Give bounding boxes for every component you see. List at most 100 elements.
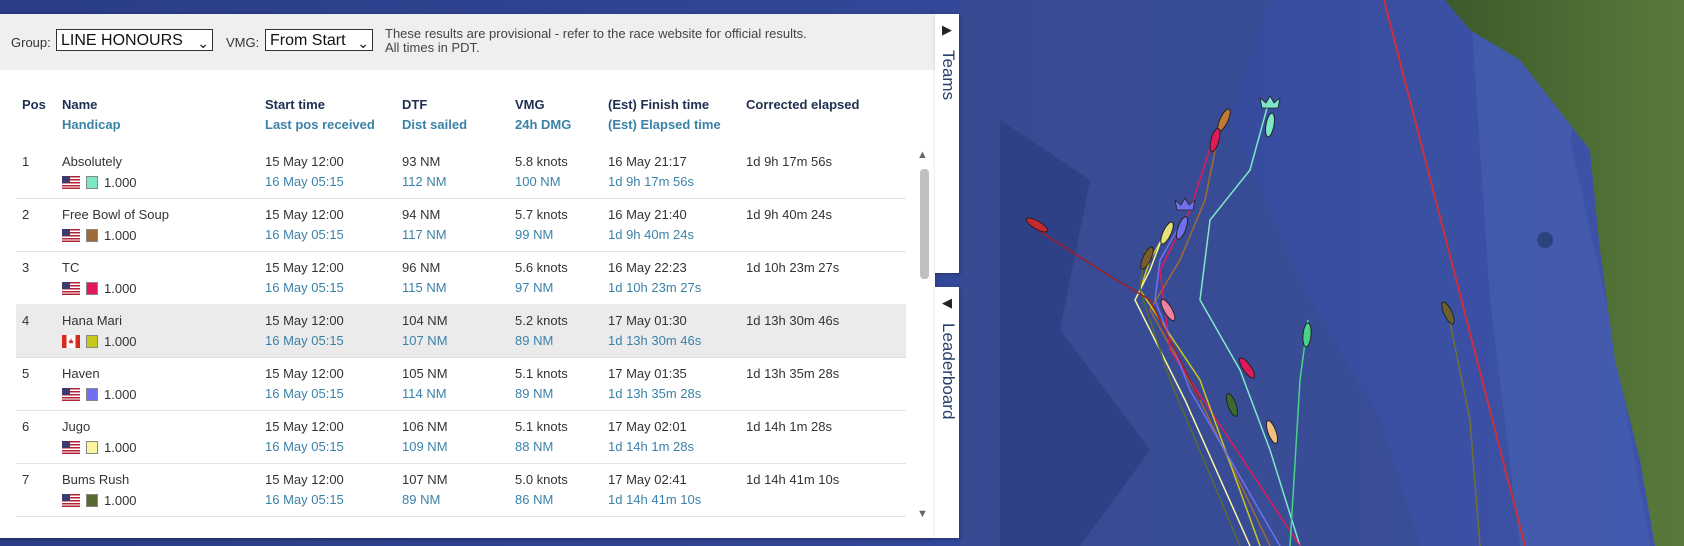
row-start-time: 15 May 12:00	[265, 207, 344, 222]
row-vmg: 5.1 knots	[515, 419, 568, 434]
row-finish-time: 17 May 01:30	[608, 313, 687, 328]
row-dist-sailed: 117 NM	[402, 227, 447, 242]
col-vmg[interactable]: VMG	[515, 97, 545, 112]
scroll-down-icon[interactable]: ▼	[917, 508, 929, 520]
row-dist-sailed: 115 NM	[402, 280, 447, 295]
row-dtf: 96 NM	[402, 260, 441, 275]
vmg-select[interactable]: From Start ⌄	[265, 29, 373, 51]
tab-teams-label: Teams	[939, 50, 958, 101]
table-row[interactable]: 6 Jugo 15 May 12:00 16 May 05:15 106 NM 109 N…	[16, 410, 906, 464]
table-row[interactable]: 7 Bums Rush 15 May 12:00 16 May 05:15 107 NM…	[16, 463, 906, 517]
row-24h-dmg: 86 NM	[515, 492, 554, 507]
row-name: Jugo	[62, 419, 91, 434]
results-table: 1 Absolutely 15 May 12:00 16 May 05:15 93 NM…	[0, 145, 935, 535]
row-vmg: 5.6 knots	[515, 260, 568, 275]
chevron-down-icon: ⌄	[197, 35, 209, 51]
row-last-pos: 16 May 05:15	[265, 174, 344, 189]
table-row[interactable]: 4 Hana Mari 15 May 12:00 16 May 05:15 104 NM…	[16, 304, 906, 358]
row-dist-sailed: 112 NM	[402, 174, 447, 189]
table-row[interactable]: 3 TC 15 May 12:00 16 May 05:15 96 NM 115 NM 5.…	[16, 251, 906, 305]
row-pos: 4	[22, 313, 30, 328]
col-elapsed-time[interactable]: (Est) Elapsed time	[608, 117, 721, 132]
row-last-pos: 16 May 05:15	[265, 227, 344, 242]
scrollbar-thumb[interactable]	[920, 169, 929, 279]
row-vmg: 5.0 knots	[515, 472, 568, 487]
row-elapsed-time: 1d 10h 23m 27s	[608, 280, 702, 295]
row-dtf: 94 NM	[402, 207, 441, 222]
row-dist-sailed: 107 NM	[402, 333, 448, 348]
row-dtf: 106 NM	[402, 419, 448, 434]
row-finish-time: 16 May 22:23	[608, 260, 687, 275]
play-left-icon: ◀	[942, 295, 952, 310]
table-row[interactable]: 2 Free Bowl of Soup 15 May 12:00 16 May 05:…	[16, 198, 906, 252]
row-dtf: 104 NM	[402, 313, 448, 328]
filter-bar: Group: LINE HONOURS ⌄ VMG: From Start ⌄ …	[0, 14, 935, 70]
row-last-pos: 16 May 05:15	[265, 439, 344, 454]
row-dist-sailed: 109 NM	[402, 439, 448, 454]
row-name: Absolutely	[62, 154, 122, 169]
row-dtf: 107 NM	[402, 472, 448, 487]
row-corrected-elapsed: 1d 9h 40m 24s	[746, 207, 833, 222]
scroll-up-icon[interactable]: ▲	[917, 149, 929, 161]
col-corrected-elapsed[interactable]: Corrected elapsed	[746, 97, 859, 112]
table-row[interactable]: 5 Haven 15 May 12:00 16 May 05:15 105 NM 114 …	[16, 357, 906, 411]
row-pos: 5	[22, 366, 30, 381]
row-24h-dmg: 100 NM	[515, 174, 561, 189]
row-handicap: 1.000	[104, 334, 137, 349]
group-select[interactable]: LINE HONOURS ⌄	[56, 29, 213, 51]
boat-color-swatch	[86, 229, 98, 242]
row-dtf: 93 NM	[402, 154, 441, 169]
row-pos: 3	[22, 260, 30, 275]
chevron-down-icon: ⌄	[357, 35, 369, 51]
col-handicap[interactable]: Handicap	[62, 117, 121, 132]
col-dist-sailed[interactable]: Dist sailed	[402, 117, 467, 132]
row-corrected-elapsed: 1d 10h 23m 27s	[746, 260, 840, 275]
row-start-time: 15 May 12:00	[265, 154, 344, 169]
tab-teams[interactable]: ▶ Teams	[935, 14, 959, 273]
us-flag-icon	[62, 229, 80, 242]
row-name: TC	[62, 260, 80, 275]
col-finish-time[interactable]: (Est) Finish time	[608, 97, 709, 112]
lake	[1537, 232, 1553, 248]
tab-leaderboard[interactable]: ◀ Leaderboard	[935, 287, 959, 538]
boat-color-swatch	[86, 176, 98, 189]
col-24h-dmg[interactable]: 24h DMG	[515, 117, 571, 132]
vmg-label: VMG:	[226, 35, 260, 50]
us-flag-icon	[62, 176, 80, 189]
row-elapsed-time: 1d 13h 30m 46s	[608, 333, 702, 348]
us-flag-icon	[62, 441, 80, 454]
row-handicap: 1.000	[104, 175, 137, 190]
row-elapsed-time: 1d 9h 40m 24s	[608, 227, 695, 242]
col-name[interactable]: Name	[62, 97, 97, 112]
tab-leaderboard-label: Leaderboard	[939, 323, 958, 420]
col-last-pos[interactable]: Last pos received	[265, 117, 375, 132]
row-24h-dmg: 88 NM	[515, 439, 554, 454]
row-finish-time: 17 May 02:41	[608, 472, 687, 487]
row-last-pos: 16 May 05:15	[265, 333, 344, 348]
row-handicap: 1.000	[104, 387, 137, 402]
row-vmg: 5.8 knots	[515, 154, 568, 169]
col-pos[interactable]: Pos	[22, 97, 46, 112]
boat-color-swatch	[86, 494, 98, 507]
row-corrected-elapsed: 1d 9h 17m 56s	[746, 154, 833, 169]
row-name: Bums Rush	[62, 472, 130, 487]
row-handicap: 1.000	[104, 440, 137, 455]
col-dtf[interactable]: DTF	[402, 97, 427, 112]
row-24h-dmg: 89 NM	[515, 333, 554, 348]
boat-color-swatch	[86, 282, 98, 295]
row-handicap: 1.000	[104, 493, 137, 508]
row-elapsed-time: 1d 14h 1m 28s	[608, 439, 695, 454]
row-vmg: 5.1 knots	[515, 366, 568, 381]
table-row[interactable]: 1 Absolutely 15 May 12:00 16 May 05:15 93 NM…	[16, 145, 906, 199]
row-finish-time: 17 May 01:35	[608, 366, 687, 381]
row-vmg: 5.2 knots	[515, 313, 568, 328]
row-name: Haven	[62, 366, 100, 381]
row-corrected-elapsed: 1d 13h 35m 28s	[746, 366, 840, 381]
row-corrected-elapsed: 1d 13h 30m 46s	[746, 313, 840, 328]
row-start-time: 15 May 12:00	[265, 419, 344, 434]
row-finish-time: 17 May 02:01	[608, 419, 687, 434]
us-flag-icon	[62, 388, 80, 401]
row-name: Free Bowl of Soup	[62, 207, 169, 222]
row-elapsed-time: 1d 14h 41m 10s	[608, 492, 702, 507]
col-start-time[interactable]: Start time	[265, 97, 325, 112]
